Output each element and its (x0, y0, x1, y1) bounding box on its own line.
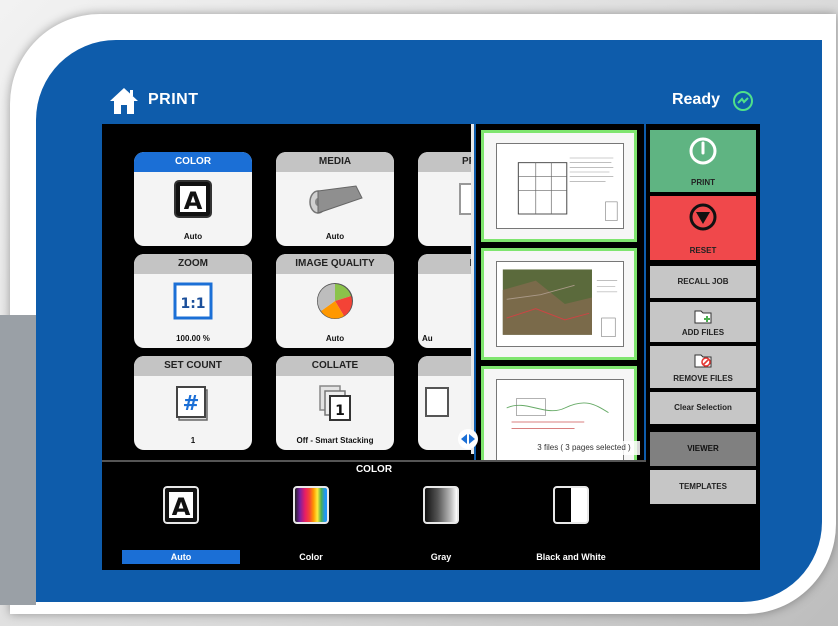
aerial-map-drawing (496, 261, 624, 347)
tile-value: Auto (183, 232, 203, 241)
remove-files-button[interactable]: REMOVE FILES (650, 346, 756, 388)
color-option-gray[interactable]: Gray (382, 482, 500, 566)
tile-label: RO (418, 254, 474, 274)
recall-job-button[interactable]: RECALL JOB (650, 266, 756, 298)
black-white-icon (553, 486, 589, 524)
tile-value: Au (422, 334, 433, 343)
page-icon (425, 387, 449, 417)
preview-panel: 3 files ( 3 pages selected ) (476, 124, 644, 460)
page-title: PRINT (148, 91, 199, 108)
settings-panel: COLOR A Auto MEDIA Auto PRINT (102, 124, 474, 474)
viewer-button[interactable]: VIEWER (650, 432, 756, 466)
stop-icon (689, 203, 717, 231)
ready-status-icon (733, 91, 753, 111)
actions-panel: PRINT RESET RECALL JOB ADD FILES REMOVE … (646, 124, 760, 570)
print-screen: PRINT Ready COLOR A Auto MEDIA Auto P ZO… (102, 80, 760, 570)
reset-label: RESET (689, 246, 717, 255)
tile-color[interactable]: COLOR A Auto (134, 152, 252, 246)
tile-collate[interactable]: COLLATE 1 Off - Smart Stacking (276, 356, 394, 450)
full-color-icon (293, 486, 329, 524)
floor-plan-drawing (496, 143, 624, 229)
tile-value: Off - Smart Stacking (296, 436, 374, 445)
tile-label: IMAGE QUALITY (276, 254, 394, 274)
add-folder-icon (694, 310, 712, 324)
color-option-auto[interactable]: A Auto (122, 482, 240, 566)
status-text: Ready (671, 91, 720, 108)
panel-divider (471, 124, 474, 454)
power-icon (689, 137, 717, 165)
tile-value: Auto (325, 334, 345, 343)
image-quality-icon (317, 283, 353, 319)
remove-folder-icon (694, 354, 712, 368)
home-icon[interactable] (108, 86, 140, 116)
media-roll-icon (309, 185, 363, 214)
tile-rotate[interactable]: RO Au (418, 254, 474, 348)
option-label: Gray (430, 552, 452, 562)
clear-selection-button[interactable]: Clear Selection (650, 392, 756, 424)
templates-button[interactable]: TEMPLATES (650, 470, 756, 504)
tile-label: ZOOM (134, 254, 252, 274)
files-info: 3 files ( 3 pages selected ) (528, 441, 640, 455)
tile-label: M (418, 356, 474, 376)
preview-thumbnail[interactable] (481, 248, 637, 360)
svg-text:#: # (183, 391, 200, 415)
zoom-icon: 1:1 (173, 282, 213, 320)
preview-thumbnail[interactable] (481, 130, 637, 242)
hash-icon: # (176, 386, 208, 421)
color-option-color[interactable]: Color (252, 482, 370, 566)
reset-button[interactable]: RESET (650, 196, 756, 260)
color-auto-icon: A (174, 180, 212, 218)
svg-text:A: A (184, 187, 203, 215)
svg-text:A: A (172, 493, 191, 521)
option-label: Auto (122, 550, 240, 564)
tile-image-quality[interactable]: IMAGE QUALITY Auto (276, 254, 394, 348)
print-button[interactable]: PRINT (650, 130, 756, 192)
top-bar: PRINT Ready (102, 80, 760, 124)
panel-resize-handle-icon[interactable] (457, 428, 479, 450)
option-label: Black and White (536, 552, 606, 562)
tile-set-count[interactable]: SET COUNT # 1 (134, 356, 252, 450)
tile-print[interactable]: PRINT (418, 152, 474, 246)
background-band (0, 315, 36, 605)
tile-label: PRINT (418, 152, 474, 172)
color-option-black-white[interactable]: Black and White (512, 482, 630, 566)
remove-files-label: REMOVE FILES (673, 374, 733, 383)
tile-media[interactable]: MEDIA Auto (276, 152, 394, 246)
collate-badge: 1 (335, 403, 345, 419)
collate-icon: 1 (319, 385, 351, 421)
tile-label: MEDIA (276, 152, 394, 172)
tile-label: SET COUNT (134, 356, 252, 376)
zoom-badge: 1:1 (180, 296, 205, 312)
color-section-title: COLOR (102, 460, 646, 476)
tile-value: Auto (325, 232, 345, 241)
color-options-bar: A Auto Color Gray Black and White (102, 476, 646, 570)
tile-value: 100.00 % (176, 334, 210, 343)
grayscale-icon (423, 486, 459, 524)
add-files-button[interactable]: ADD FILES (650, 302, 756, 342)
add-files-label: ADD FILES (681, 328, 725, 337)
print-label: PRINT (691, 178, 715, 187)
auto-color-icon: A (163, 486, 199, 524)
tile-zoom[interactable]: ZOOM 1:1 100.00 % (134, 254, 252, 348)
tile-label: COLOR (134, 152, 252, 172)
tile-value: 1 (190, 436, 196, 445)
tile-label: COLLATE (276, 356, 394, 376)
option-label: Color (299, 552, 323, 562)
